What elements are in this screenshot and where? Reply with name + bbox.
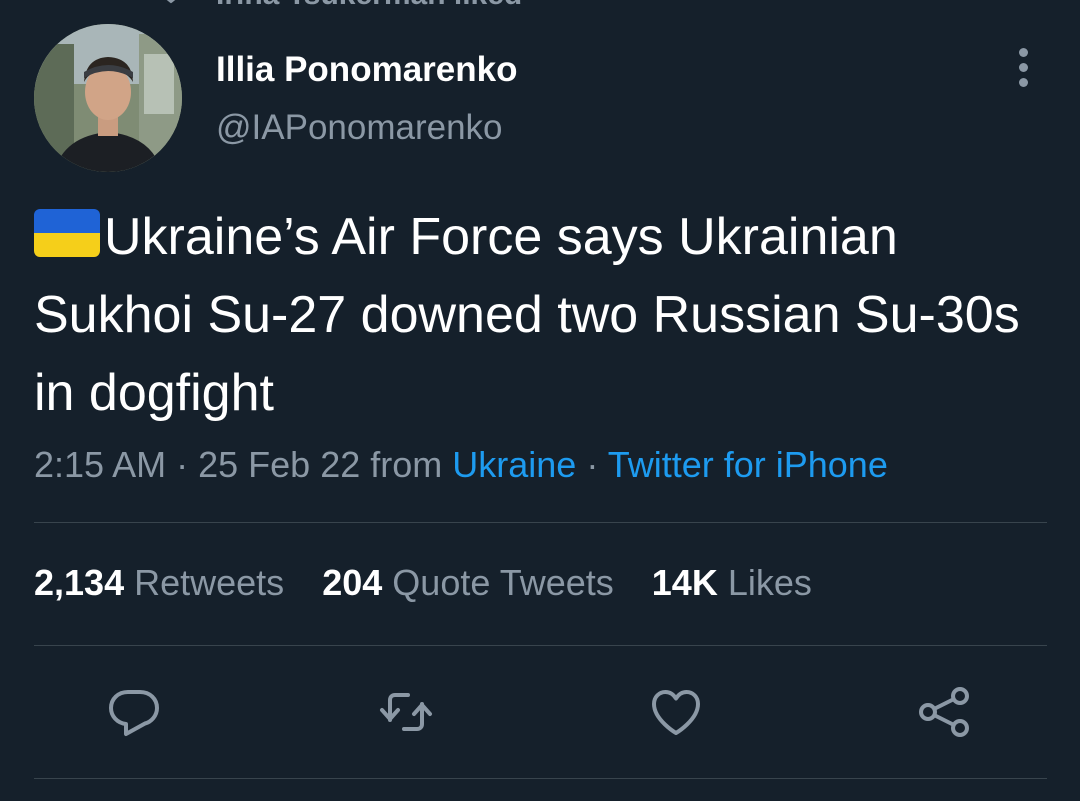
heart-mini-icon [166,0,176,4]
likes-stat[interactable]: 14K Likes [652,562,812,603]
tweet-body: Ukraine’s Air Force says Ukrainian Sukho… [34,208,1020,422]
retweet-icon [380,693,432,731]
retweets-count: 2,134 [34,562,125,603]
divider [34,645,1047,646]
retweets-label: Retweets [134,562,285,603]
location-link[interactable]: Ukraine [452,444,576,485]
source-link[interactable]: Twitter for iPhone [608,444,888,485]
tweet-time[interactable]: 2:15 AM [34,444,166,485]
meta-separator: · [176,444,189,485]
social-context-text: Irina Tsukerman liked [216,0,522,12]
quotes-label: Quote Tweets [392,562,614,603]
meta-separator: · [586,444,599,485]
like-icon [652,690,700,735]
tweet-meta: 2:15 AM · 25 Feb 22 from Ukraine · Twitt… [34,444,888,486]
retweet-button[interactable] [378,684,434,740]
avatar-photo [34,24,182,172]
quote-tweets-stat[interactable]: 204 Quote Tweets [322,562,614,603]
meta-from-label: from [370,444,443,485]
more-options-icon[interactable] [1004,46,1044,90]
author-name[interactable]: Illia Ponomarenko [216,50,517,90]
reply-icon [109,690,159,736]
tweet-text: Ukraine’s Air Force says Ukrainian Sukho… [34,198,1044,432]
tweet-date[interactable]: 25 Feb 22 [198,444,360,485]
divider [34,522,1047,523]
like-button[interactable] [648,684,704,740]
author-handle[interactable]: @IAPonomarenko [216,108,503,148]
share-icon [919,687,969,737]
divider [34,778,1047,779]
reply-button[interactable] [106,684,162,740]
tweet-stats: 2,134 Retweets 204 Quote Tweets 14K Like… [34,562,840,604]
quotes-count: 204 [322,562,383,603]
retweets-stat[interactable]: 2,134 Retweets [34,562,284,603]
avatar[interactable] [34,24,182,172]
social-context-bar[interactable]: Irina Tsukerman liked [0,0,1080,11]
ukraine-flag-icon [34,209,100,257]
share-button[interactable] [916,684,972,740]
likes-label: Likes [727,562,812,603]
likes-count: 14K [651,562,718,603]
